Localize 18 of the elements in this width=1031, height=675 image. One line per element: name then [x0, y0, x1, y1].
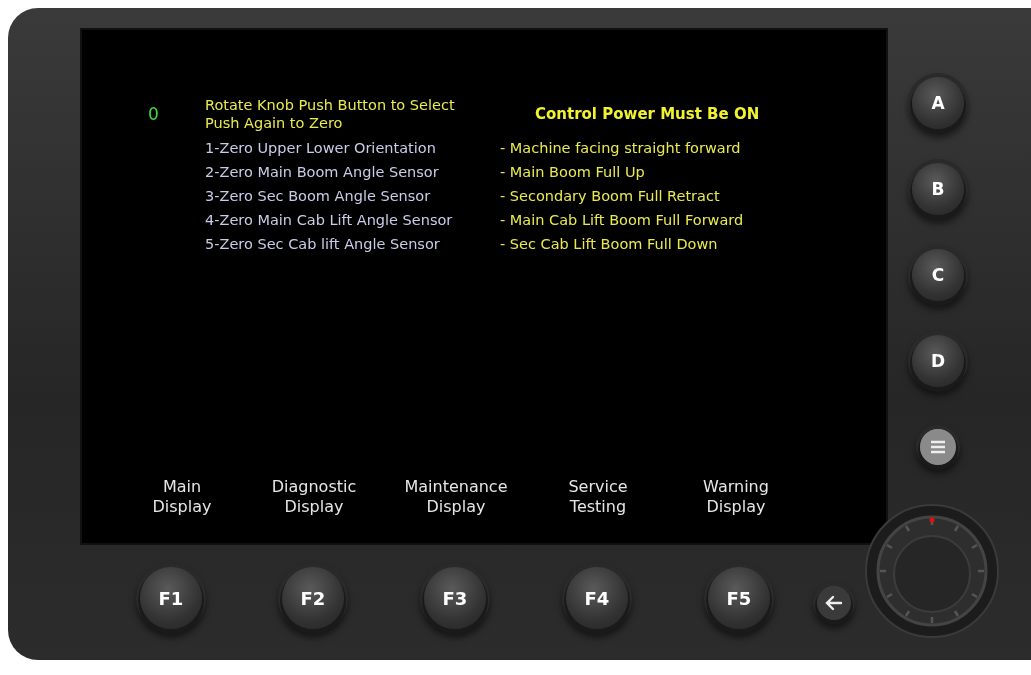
soft-key-label: Service Testing — [568, 477, 628, 517]
step-label: 3-Zero Sec Boom Angle Sensor — [205, 187, 432, 206]
step-label: 1-Zero Upper Lower Orientation — [205, 139, 437, 158]
status-value: 0 — [148, 103, 160, 124]
warning-text: Control Power Must Be ON — [534, 104, 761, 123]
step-position: - Secondary Boom Full Retract — [500, 187, 721, 206]
step-label: 5-Zero Sec Cab lift Angle Sensor — [205, 235, 441, 254]
soft-key-label: Maintenance Display — [404, 477, 508, 517]
step-position: - Main Cab Lift Boom Full Forward — [500, 211, 745, 230]
step-label: 4-Zero Main Cab Lift Angle Sensor — [205, 211, 454, 230]
instruction-text: Rotate Knob Push Button to Select Push Again to Zero — [205, 96, 456, 132]
soft-key-label: Warning Display — [703, 477, 769, 517]
step-label: 2-Zero Main Boom Angle Sensor — [205, 163, 440, 182]
step-position: - Main Boom Full Up — [500, 163, 646, 182]
soft-key-label: Diagnostic Display — [271, 477, 357, 517]
step-position: - Sec Cab Lift Boom Full Down — [500, 235, 719, 254]
step-position: - Machine facing straight forward — [500, 139, 742, 158]
soft-key-label: Main Display — [152, 477, 212, 517]
